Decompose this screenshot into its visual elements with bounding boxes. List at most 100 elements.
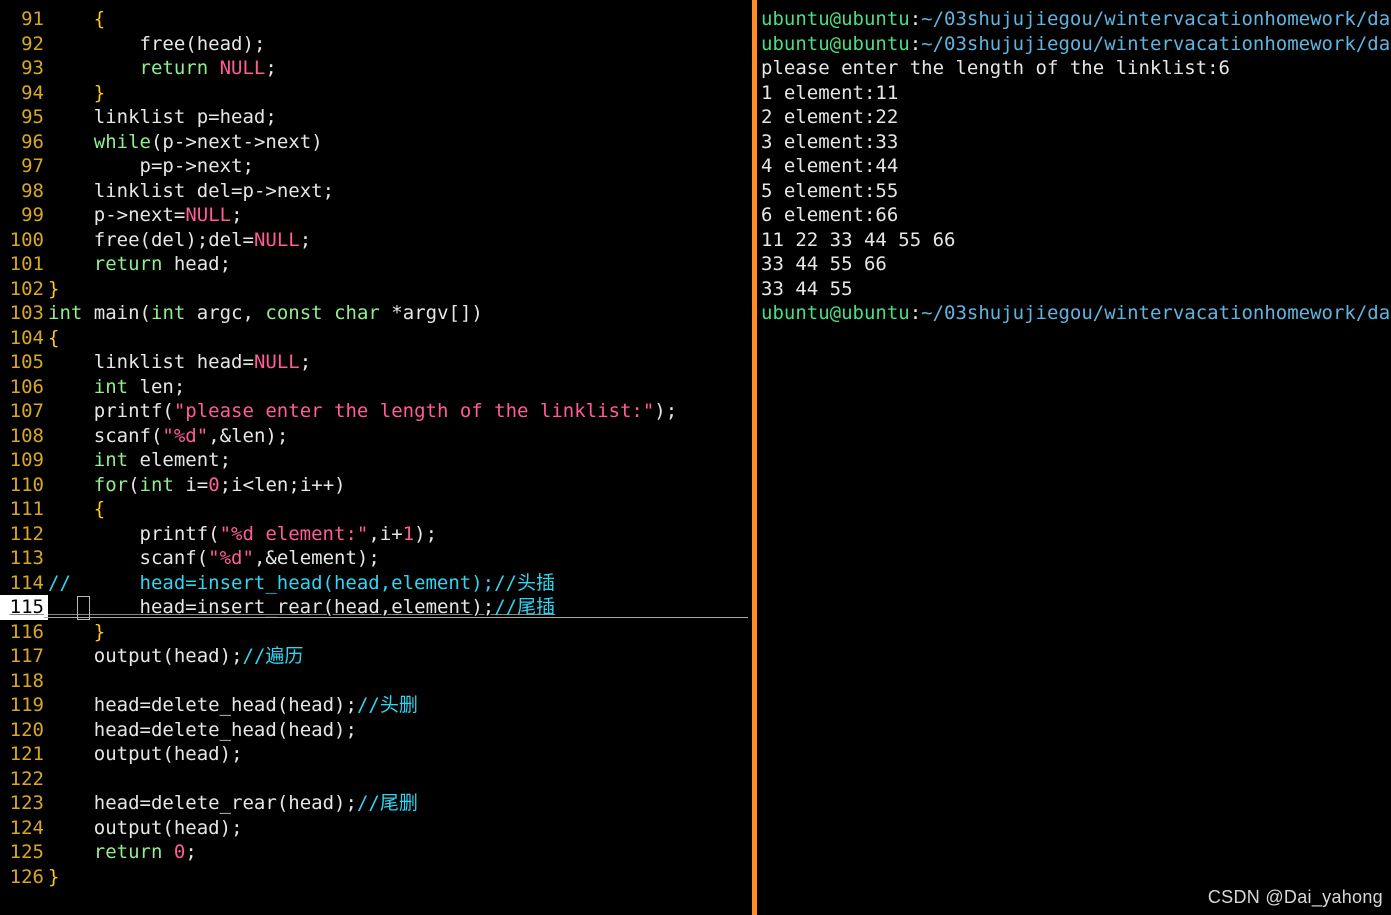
- code-line[interactable]: 113 scanf("%d",&element);: [0, 546, 752, 571]
- terminal-output-line: 5 element:55: [761, 179, 1387, 204]
- line-number: 126: [0, 865, 48, 890]
- line-number: 103: [0, 301, 48, 326]
- code-content: {: [48, 7, 105, 32]
- code-line[interactable]: 100 free(del);del=NULL;: [0, 228, 752, 253]
- code-line[interactable]: 104{: [0, 326, 752, 351]
- line-number: 109: [0, 448, 48, 473]
- code-line[interactable]: 123 head=delete_rear(head);//尾删: [0, 791, 752, 816]
- line-number: 108: [0, 424, 48, 449]
- code-line[interactable]: 97 p=p->next;: [0, 154, 752, 179]
- prompt-colon: :: [910, 33, 921, 55]
- code-content: {: [48, 497, 105, 522]
- line-number: 94: [0, 81, 48, 106]
- code-content: while(p->next->next): [48, 130, 323, 155]
- line-number: 95: [0, 105, 48, 130]
- code-content: return head;: [48, 252, 231, 277]
- code-line[interactable]: 95 linklist p=head;: [0, 105, 752, 130]
- line-number: 101: [0, 252, 48, 277]
- code-line[interactable]: 122: [0, 767, 752, 792]
- code-line[interactable]: 106 int len;: [0, 375, 752, 400]
- code-line[interactable]: 111 {: [0, 497, 752, 522]
- line-number: 120: [0, 718, 48, 743]
- terminal-output-line: 4 element:44: [761, 154, 1387, 179]
- code-line[interactable]: 114// head=insert_head(head,element);//头…: [0, 571, 752, 596]
- code-content: // head=insert_head(head,element);//头插: [48, 571, 555, 596]
- code-content: printf("please enter the length of the l…: [48, 399, 677, 424]
- prompt-user: ubuntu@ubuntu: [761, 8, 910, 30]
- code-content: linklist del=p->next;: [48, 179, 334, 204]
- code-line[interactable]: 117 output(head);//遍历: [0, 644, 752, 669]
- code-content: return 0;: [48, 840, 197, 865]
- code-line[interactable]: 103int main(int argc, const char *argv[]…: [0, 301, 752, 326]
- line-number: 113: [0, 546, 48, 571]
- code-line[interactable]: 116 }: [0, 620, 752, 645]
- terminal-output-line: please enter the length of the linklist:…: [761, 56, 1387, 81]
- line-number: 100: [0, 228, 48, 253]
- line-number: 106: [0, 375, 48, 400]
- terminal-output-line: 2 element:22: [761, 105, 1387, 130]
- line-number: 99: [0, 203, 48, 228]
- code-line[interactable]: 98 linklist del=p->next;: [0, 179, 752, 204]
- code-line[interactable]: 93 return NULL;: [0, 56, 752, 81]
- code-content: output(head);//遍历: [48, 644, 303, 669]
- code-line[interactable]: 112 printf("%d element:",i+1);: [0, 522, 752, 547]
- code-line[interactable]: 125 return 0;: [0, 840, 752, 865]
- code-line[interactable]: 102}: [0, 277, 752, 302]
- code-line[interactable]: 94 }: [0, 81, 752, 106]
- line-number: 115: [0, 595, 48, 620]
- code-content: linklist head=NULL;: [48, 350, 311, 375]
- code-line[interactable]: 96 while(p->next->next): [0, 130, 752, 155]
- terminal-output-line: 1 element:11: [761, 81, 1387, 106]
- code-content: }: [48, 81, 105, 106]
- code-content: p=p->next;: [48, 154, 254, 179]
- line-number: 105: [0, 350, 48, 375]
- output-text: 4 element:44: [761, 155, 898, 177]
- watermark-text: CSDN @Dai_yahong: [1208, 885, 1383, 910]
- code-line[interactable]: 124 output(head);: [0, 816, 752, 841]
- code-line[interactable]: 126}: [0, 865, 752, 890]
- code-content: printf("%d element:",i+1);: [48, 522, 437, 547]
- terminal-command-line[interactable]: ubuntu@ubuntu:~/03shujujiegou/wintervaca…: [761, 301, 1387, 326]
- code-line[interactable]: 118: [0, 669, 752, 694]
- code-content: head=delete_head(head);//头删: [48, 693, 418, 718]
- code-line[interactable]: 91 {: [0, 7, 752, 32]
- code-line[interactable]: 119 head=delete_head(head);//头删: [0, 693, 752, 718]
- line-number: 98: [0, 179, 48, 204]
- code-content: for(int i=0;i<len;i++): [48, 473, 346, 498]
- line-number: 118: [0, 669, 48, 694]
- code-content: p->next=NULL;: [48, 203, 243, 228]
- line-number: 102: [0, 277, 48, 302]
- terminal-output-line: 33 44 55 66: [761, 252, 1387, 277]
- prompt-colon: :: [910, 302, 921, 324]
- code-line[interactable]: 107 printf("please enter the length of t…: [0, 399, 752, 424]
- terminal-command-line[interactable]: ubuntu@ubuntu:~/03shujujiegou/wintervaca…: [761, 32, 1387, 57]
- code-content: int len;: [48, 375, 185, 400]
- code-line[interactable]: 108 scanf("%d",&len);: [0, 424, 752, 449]
- prompt-user: ubuntu@ubuntu: [761, 302, 910, 324]
- terminal-command-line[interactable]: ubuntu@ubuntu:~/03shujujiegou/wintervaca…: [761, 7, 1387, 32]
- code-line[interactable]: 101 return head;: [0, 252, 752, 277]
- terminal-output-line: 3 element:33: [761, 130, 1387, 155]
- line-number: 107: [0, 399, 48, 424]
- code-content: {: [48, 326, 59, 351]
- code-content: linklist p=head;: [48, 105, 277, 130]
- line-number: 124: [0, 816, 48, 841]
- code-content: int element;: [48, 448, 231, 473]
- code-line[interactable]: 109 int element;: [0, 448, 752, 473]
- line-number: 125: [0, 840, 48, 865]
- line-number: 116: [0, 620, 48, 645]
- code-line[interactable]: 105 linklist head=NULL;: [0, 350, 752, 375]
- code-line[interactable]: 99 p->next=NULL;: [0, 203, 752, 228]
- code-editor[interactable]: 91 {92 free(head);93 return NULL;94 }95 …: [0, 0, 752, 915]
- prompt-user: ubuntu@ubuntu: [761, 33, 910, 55]
- line-number: 114: [0, 571, 48, 596]
- line-number: 91: [0, 7, 48, 32]
- line-number: 111: [0, 497, 48, 522]
- code-line[interactable]: 110 for(int i=0;i<len;i++): [0, 473, 752, 498]
- terminal-pane[interactable]: ubuntu@ubuntu:~/03shujujiegou/wintervaca…: [757, 0, 1391, 915]
- code-content: }: [48, 620, 105, 645]
- code-line[interactable]: 120 head=delete_head(head);: [0, 718, 752, 743]
- code-line[interactable]: 121 output(head);: [0, 742, 752, 767]
- code-line[interactable]: 92 free(head);: [0, 32, 752, 57]
- code-content: head=delete_head(head);: [48, 718, 357, 743]
